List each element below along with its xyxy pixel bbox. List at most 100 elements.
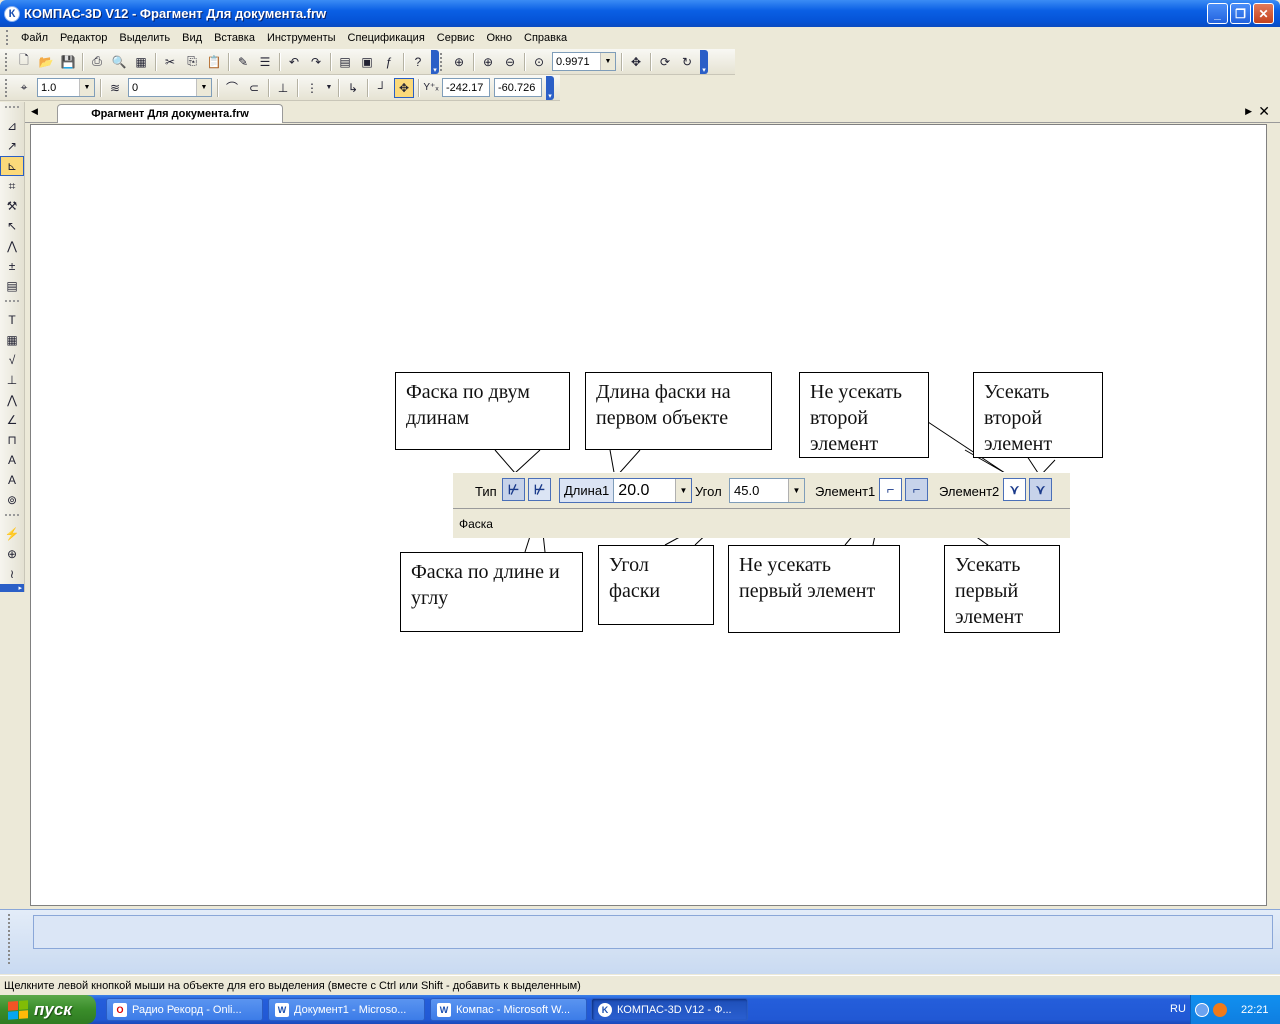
library-icon[interactable]: ▣ [357,52,377,72]
layer-combo[interactable]: 0 ▼ [128,78,212,97]
angle-field[interactable]: 45.0 ▼ [729,478,805,503]
local-cs-icon[interactable]: ↳ [343,78,363,98]
print-preview-icon[interactable]: 🔍 [109,52,129,72]
toolbar-end[interactable]: ▾ [700,49,708,74]
menu-tools[interactable]: Инструменты [261,32,342,44]
snap-icon[interactable]: ⌒ [222,78,242,98]
menu-help[interactable]: Справка [518,32,573,44]
trim-first-button[interactable]: ⌐ [905,478,928,501]
zoom-in-icon[interactable]: ⊕ [478,52,498,72]
print-icon[interactable]: ⎙ [87,52,107,72]
measure-icon[interactable]: ⚒ [0,196,24,216]
toolbar-grip[interactable] [5,52,9,71]
new-document-icon[interactable]: 🗋 [14,52,34,72]
chevron-down-icon[interactable]: ▼ [79,79,94,96]
close-icon[interactable]: ✕ [1258,103,1270,120]
properties-icon[interactable]: ✎ [233,52,253,72]
refresh-icon[interactable]: ⟳ [655,52,675,72]
toolbar-grip[interactable] [5,78,9,97]
redraw-icon[interactable]: ↻ [677,52,697,72]
redo-icon[interactable]: ↷ [306,52,326,72]
tray-app-icon[interactable] [1213,1002,1227,1017]
coord-x-field[interactable]: -242.17 [442,78,490,97]
wave-line-icon[interactable]: ≀ [0,564,24,584]
trim-second-button[interactable]: ⋎ [1029,478,1052,501]
variables-icon[interactable]: ƒ [379,52,399,72]
designation-icon[interactable]: ⋀ [0,236,24,256]
position-icon[interactable]: ∠ [0,410,24,430]
task-document1[interactable]: W Документ1 - Microso... [268,998,425,1021]
section-icon[interactable]: ⊚ [0,490,24,510]
start-button[interactable]: пуск [0,995,96,1024]
close-button[interactable]: ✕ [1253,3,1274,24]
lightning-icon[interactable]: ⚡ [0,524,24,544]
chamfer-two-lengths-button[interactable]: ⊬ [502,478,525,501]
tab-document[interactable]: Фрагмент Для документа.frw [57,104,283,123]
step-icon[interactable]: ⌖ [14,78,34,98]
chamfer-length-angle-button[interactable]: ⊬ [528,478,551,501]
vertical-scrollbar[interactable] [1268,124,1280,906]
manager-icon[interactable]: ▤ [335,52,355,72]
toolbar-end[interactable]: ▾ [546,75,554,100]
reports-icon[interactable]: ▤ [0,276,24,296]
menu-insert[interactable]: Вставка [208,32,261,44]
edit-icon[interactable]: ↗ [0,136,24,156]
menu-select[interactable]: Выделить [113,32,176,44]
no-trim-second-button[interactable]: ⋎ [1003,478,1026,501]
tab-chamfer[interactable]: Фаска [459,517,493,531]
orthogonal-mode-icon[interactable]: ┘ [372,78,392,98]
snap-settings-icon[interactable]: ⊂ [244,78,264,98]
copy-icon[interactable]: ⎘ [182,52,202,72]
help-pointer-icon[interactable]: ? [408,52,428,72]
task-kompas3d[interactable]: K КОМПАС-3D V12 - Ф... [591,998,748,1021]
chevron-down-icon[interactable]: ▼ [600,53,615,70]
coord-y-field[interactable]: -60.726 [494,78,542,97]
toolbar-end[interactable]: ▾ [431,49,439,74]
open-icon[interactable]: 📂 [36,52,56,72]
menu-file[interactable]: Файл [15,32,54,44]
zoom-scale-icon[interactable]: ⊙ [529,52,549,72]
restore-button[interactable]: ❐ [1230,3,1251,24]
panel-grip[interactable] [8,914,12,964]
paste-icon[interactable]: 📋 [204,52,224,72]
menu-view[interactable]: Вид [176,32,208,44]
menu-grip[interactable] [6,30,9,45]
chevron-down-icon[interactable]: ▼ [788,479,804,502]
length1-field[interactable]: Длина1 20.0 ▼ [559,478,692,503]
pan-icon[interactable]: ✥ [626,52,646,72]
language-indicator[interactable]: RU [1170,1003,1186,1015]
zoom-window-icon[interactable]: ⊕ [449,52,469,72]
save-icon[interactable]: 💾 [58,52,78,72]
center-mark-icon[interactable]: ⊕ [0,544,24,564]
layers-icon[interactable]: ≋ [105,78,125,98]
toolbar-grip[interactable] [440,52,444,71]
tolerance-icon[interactable]: ⊓ [0,430,24,450]
export-icon[interactable]: ▦ [131,52,151,72]
spec-icon[interactable]: ± [0,256,24,276]
undo-icon[interactable]: ↶ [284,52,304,72]
select-icon[interactable]: ↖ [0,216,24,236]
cut-icon[interactable]: ✂ [160,52,180,72]
menu-editor[interactable]: Редактор [54,32,113,44]
cut-line-icon[interactable]: A [0,470,24,490]
text-icon[interactable]: T [0,310,24,330]
tab-scroll-left-icon[interactable]: ◀ [31,106,38,117]
chevron-down-icon[interactable]: ▼ [675,479,691,502]
ortho-icon[interactable]: ⊥ [273,78,293,98]
table-icon[interactable]: ▦ [0,330,24,350]
chevron-down-icon[interactable]: ▼ [196,79,211,96]
dimensions-icon[interactable]: ⊾ [0,156,24,176]
zoom-combo[interactable]: 0.9971 ▼ [552,52,616,71]
chevron-right-icon[interactable]: ▸ [0,584,24,592]
round-coords-icon[interactable]: ✥ [394,77,414,98]
geometry-icon[interactable]: ⊿ [0,116,24,136]
base-icon[interactable]: ⊥ [0,370,24,390]
roughness-icon[interactable]: √ [0,350,24,370]
zoom-out-icon[interactable]: ⊖ [500,52,520,72]
task-kompas-word[interactable]: W Компас - Microsoft W... [430,998,587,1021]
tray-arrow-icon[interactable] [1195,1002,1209,1017]
step-combo[interactable]: 1.0 ▼ [37,78,95,97]
menu-specification[interactable]: Спецификация [342,32,431,44]
menu-window[interactable]: Окно [480,32,518,44]
minimize-button[interactable]: _ [1207,3,1228,24]
